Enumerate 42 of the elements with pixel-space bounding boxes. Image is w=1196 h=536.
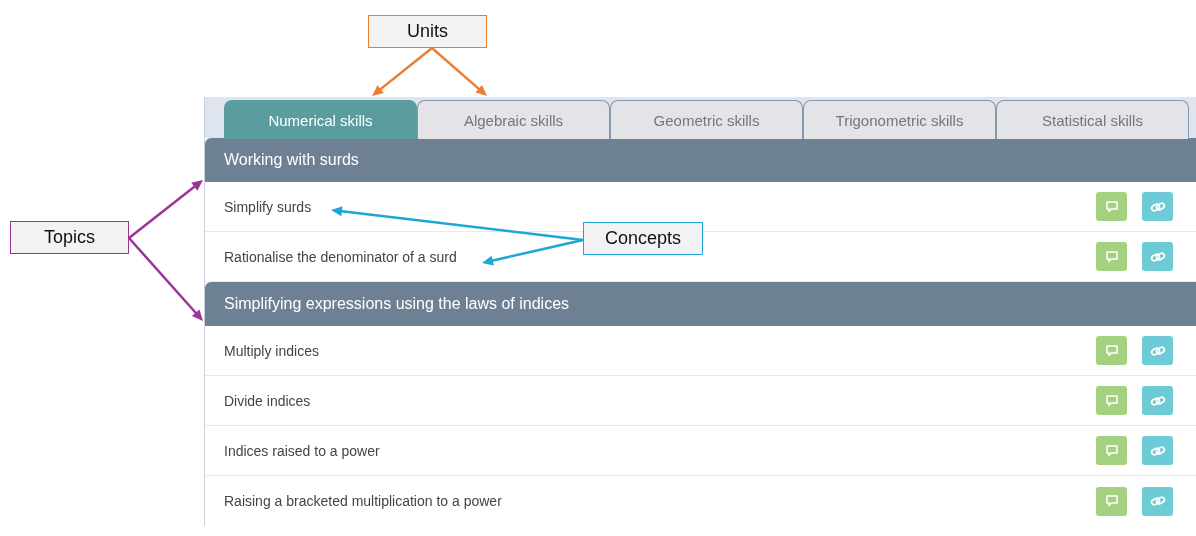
chain-link-icon xyxy=(1149,393,1166,408)
annotation-label: Units xyxy=(368,15,487,48)
topic-header: Simplifying expressions using the laws of indices xyxy=(205,282,1196,326)
concept-name: Indices raised to a power xyxy=(224,442,380,459)
link-button[interactable] xyxy=(1142,336,1173,365)
comment-button[interactable] xyxy=(1096,242,1127,271)
speech-bubble-icon xyxy=(1104,443,1119,458)
unit-tab[interactable]: Trigonometric skills xyxy=(803,100,996,139)
speech-bubble-icon xyxy=(1104,199,1119,214)
concept-name: Rationalise the denominator of a surd xyxy=(224,248,457,265)
unit-tab[interactable]: Geometric skills xyxy=(610,100,803,139)
speech-bubble-icon xyxy=(1104,343,1119,358)
link-button[interactable] xyxy=(1142,386,1173,415)
speech-bubble-icon xyxy=(1104,249,1119,264)
concept-name: Divide indices xyxy=(224,392,311,409)
unit-tab[interactable]: Algebraic skills xyxy=(417,100,610,139)
chain-link-icon xyxy=(1149,343,1166,358)
link-button[interactable] xyxy=(1142,436,1173,465)
chain-link-icon xyxy=(1149,199,1166,214)
speech-bubble-icon xyxy=(1104,494,1119,508)
link-button[interactable] xyxy=(1142,192,1173,221)
comment-button[interactable] xyxy=(1096,386,1127,415)
comment-button[interactable] xyxy=(1096,486,1127,516)
chain-link-icon xyxy=(1149,443,1166,458)
chain-link-icon xyxy=(1149,249,1166,264)
speech-bubble-icon xyxy=(1104,393,1119,408)
link-button[interactable] xyxy=(1142,486,1173,516)
concept-name: Raising a bracketed multiplication to a power xyxy=(224,493,502,509)
concept-name: Multiply indices xyxy=(224,342,319,359)
chain-link-icon xyxy=(1149,494,1166,508)
comment-button[interactable] xyxy=(1096,336,1127,365)
comment-button[interactable] xyxy=(1096,436,1127,465)
annotation-label: Topics xyxy=(10,221,129,254)
concept-name: Simplify surds xyxy=(224,198,312,215)
annotation-arrow xyxy=(372,47,433,96)
topic-header: Working with surds xyxy=(205,138,1196,182)
annotation-label: Concepts xyxy=(583,222,703,255)
annotation-arrow xyxy=(431,47,487,96)
link-button[interactable] xyxy=(1142,242,1173,271)
unit-tab[interactable]: Statistical skills xyxy=(996,100,1189,139)
unit-tab[interactable]: Numerical skills xyxy=(224,100,417,139)
comment-button[interactable] xyxy=(1096,192,1127,221)
